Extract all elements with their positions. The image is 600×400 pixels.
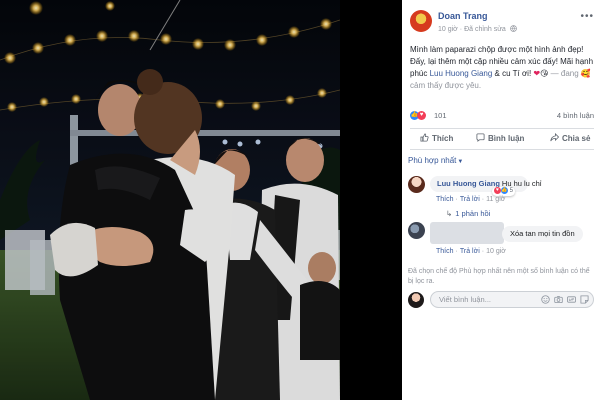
comment-button[interactable]: Bình luận bbox=[476, 133, 524, 143]
mention-link[interactable]: Luu Huong Giang bbox=[430, 69, 493, 78]
reaction-count[interactable]: 101 bbox=[434, 111, 447, 120]
replies-label: 1 phản hồi bbox=[455, 209, 491, 218]
separator: · bbox=[481, 196, 485, 203]
comment-icon bbox=[476, 133, 485, 142]
globe-icon bbox=[509, 25, 517, 32]
reply-arrow-icon: ↳ bbox=[446, 209, 453, 218]
meta-separator: · bbox=[459, 26, 463, 33]
post-text: Mình làm paparazi chộp được một hình ảnh… bbox=[410, 44, 594, 92]
comment-label: Bình luận bbox=[488, 134, 525, 143]
view-replies-link[interactable]: ↳ 1 phản hồi bbox=[446, 209, 490, 218]
comment-bubble: Xóa tan mọi tin đồn bbox=[502, 226, 583, 242]
separator: · bbox=[455, 248, 458, 255]
emoji-icon[interactable] bbox=[541, 295, 550, 304]
love-reaction-icon: ♥ bbox=[417, 110, 426, 120]
comment-count[interactable]: 4 bình luận bbox=[557, 111, 594, 120]
comment-item: Xóa tan mọi tin đồn Thích · Trả lời · 10 giờ bbox=[408, 222, 596, 260]
comment-reaction-count: 5 bbox=[509, 188, 514, 195]
post-time[interactable]: 10 giờ bbox=[438, 26, 458, 33]
comment-sort-dropdown[interactable]: Phù hợp nhất▼ bbox=[408, 156, 463, 165]
like-label: Thích bbox=[432, 134, 454, 143]
post-header: Doan Trang 10 giờ · Đã chỉnh sửa ••• bbox=[410, 8, 596, 38]
separator: · bbox=[481, 248, 485, 255]
caret-down-icon: ▼ bbox=[457, 159, 464, 165]
thumbs-up-icon bbox=[420, 133, 429, 142]
share-label: Chia sẻ bbox=[562, 134, 591, 143]
post-photo[interactable] bbox=[0, 0, 340, 400]
like-reaction-icon: 👍 bbox=[501, 187, 508, 194]
reaction-icons[interactable]: 👍♥ bbox=[410, 110, 426, 121]
feeling-emoji-icon: 🥰 bbox=[580, 69, 591, 78]
share-icon bbox=[550, 132, 560, 142]
write-comment: Viết bình luận... bbox=[408, 290, 596, 310]
comment-item: Luu Huong Giang Hu hu lu chỉ ♥ 👍 5 Thích · T… bbox=[408, 176, 596, 218]
comment-reply-link[interactable]: Trả lời bbox=[460, 196, 480, 203]
comment-actions: Thích · Trả lời · 10 giờ bbox=[436, 248, 506, 255]
comment-sort-label: Phù hợp nhất bbox=[408, 156, 457, 165]
like-button[interactable]: Thích bbox=[420, 133, 453, 143]
filter-notice: Đã chọn chế độ Phù hợp nhất nên một số b… bbox=[408, 268, 590, 285]
camera-icon[interactable] bbox=[554, 295, 563, 304]
photo-scene-image bbox=[0, 0, 340, 400]
comment-time[interactable]: 11 giờ bbox=[486, 196, 505, 203]
post-meta: 10 giờ · Đã chỉnh sửa bbox=[438, 25, 517, 33]
sticker-icon[interactable] bbox=[580, 295, 589, 304]
comment-like-link[interactable]: Thích bbox=[436, 248, 454, 255]
post-text-amp: & cu Tí ơi! bbox=[492, 69, 534, 78]
post-actions: Thích Bình luận Chia sẻ bbox=[410, 128, 594, 150]
more-icon[interactable]: ••• bbox=[580, 12, 594, 22]
share-button[interactable]: Chia sẻ bbox=[550, 132, 591, 143]
comment-time[interactable]: 10 giờ bbox=[486, 248, 506, 255]
comment-input-tools bbox=[537, 295, 589, 305]
author-name[interactable]: Doan Trang bbox=[438, 11, 488, 21]
post-text-feeling-prefix: — đang bbox=[548, 69, 581, 78]
viewer-backdrop bbox=[340, 0, 402, 400]
author-avatar[interactable] bbox=[410, 10, 432, 32]
commenter-avatar[interactable] bbox=[408, 222, 425, 239]
comment-like-link[interactable]: Thích bbox=[436, 196, 454, 203]
edited-label[interactable]: Đã chỉnh sửa bbox=[464, 26, 506, 33]
commenter-name[interactable]: Luu Huong Giang bbox=[437, 179, 500, 188]
current-user-avatar bbox=[408, 292, 424, 308]
comment-input-placeholder: Viết bình luận... bbox=[439, 295, 491, 304]
love-reaction-icon: ♥ bbox=[494, 187, 501, 194]
comment-reply-link[interactable]: Trả lời bbox=[460, 248, 480, 255]
reactions-bar: 👍♥ 101 4 bình luận bbox=[410, 110, 594, 122]
blurred-name-overlay bbox=[430, 222, 504, 244]
comment-input[interactable]: Viết bình luận... bbox=[430, 291, 594, 308]
comment-text: Xóa tan mọi tin đồn bbox=[510, 229, 575, 238]
comment-actions: Thích · Trả lời · 11 giờ bbox=[436, 196, 505, 203]
feeling-label: cảm thấy được yêu. bbox=[410, 81, 482, 90]
separator: · bbox=[455, 196, 458, 203]
commenter-avatar[interactable] bbox=[408, 176, 425, 193]
comment-reactions[interactable]: ♥ 👍 5 bbox=[492, 187, 516, 196]
post-panel: Doan Trang 10 giờ · Đã chỉnh sửa ••• Mình … bbox=[402, 0, 600, 400]
gif-icon[interactable] bbox=[567, 295, 576, 304]
